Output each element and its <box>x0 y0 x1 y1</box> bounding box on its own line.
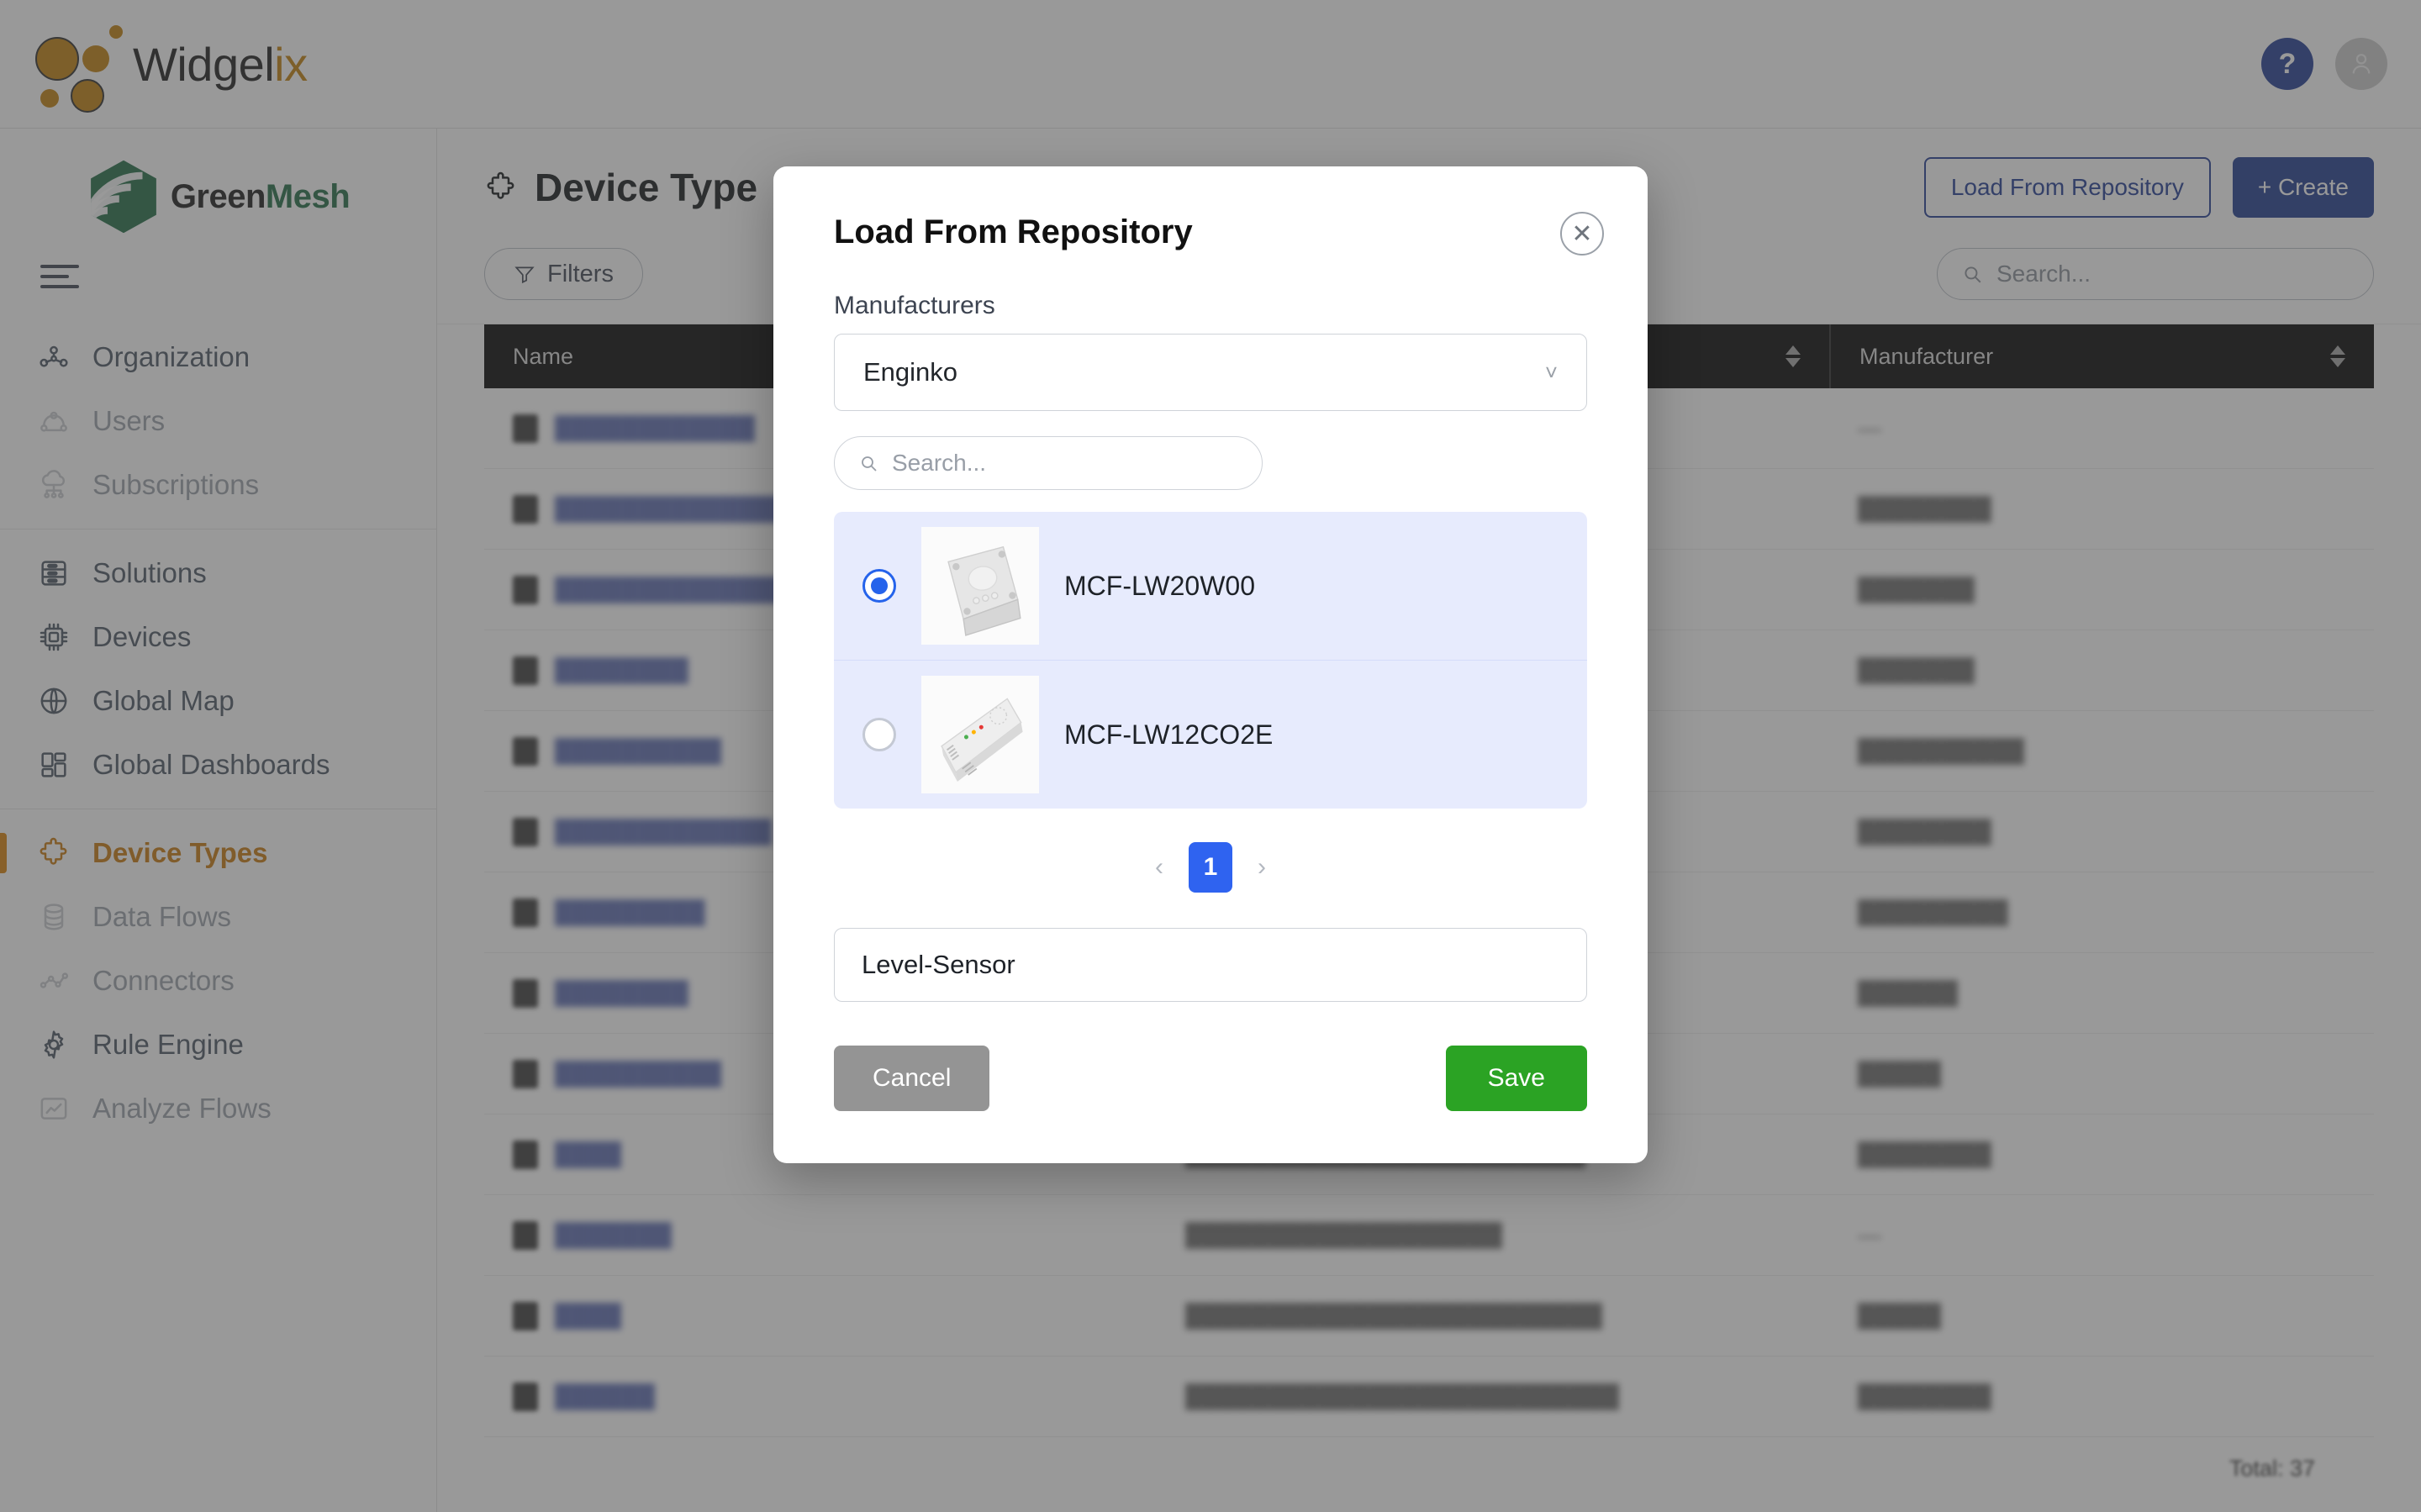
dialog-footer: Cancel Save <box>834 1046 1587 1111</box>
load-from-repository-dialog: Load From Repository ✕ Manufacturers Eng… <box>773 166 1648 1163</box>
repository-item-label: MCF-LW12CO2E <box>1064 719 1274 750</box>
manufacturers-select[interactable]: Enginko ˅ <box>834 334 1587 411</box>
pagination: ‹ 1 › <box>834 842 1587 893</box>
search-icon <box>862 456 877 472</box>
chevron-down-icon: ˅ <box>1544 359 1558 385</box>
device-photo-co2-sensor <box>921 676 1039 793</box>
repository-item-list: MCF-LW20W00 MCF-LW12CO2E <box>834 512 1587 809</box>
repository-search-input[interactable]: Search... <box>834 436 1263 490</box>
cancel-button[interactable]: Cancel <box>834 1046 990 1111</box>
dialog-title: Load From Repository <box>834 213 1193 250</box>
chevron-right-icon[interactable]: › <box>1249 848 1274 887</box>
repository-item-radio[interactable] <box>862 569 896 603</box>
repository-item-label: MCF-LW20W00 <box>1064 570 1255 601</box>
repository-search-placeholder: Search... <box>892 450 987 476</box>
pagination-page-1[interactable]: 1 <box>1189 842 1232 893</box>
close-icon[interactable]: ✕ <box>1560 212 1604 256</box>
application-root: Widgelix ? <box>0 0 2421 1512</box>
repository-item-0[interactable]: MCF-LW20W00 <box>834 512 1587 660</box>
device-type-name-input[interactable]: Level-Sensor <box>834 928 1587 1002</box>
chevron-left-icon[interactable]: ‹ <box>1147 848 1172 887</box>
manufacturers-label: Manufacturers <box>834 292 995 319</box>
save-button[interactable]: Save <box>1445 1046 1587 1111</box>
manufacturers-selected-value: Enginko <box>863 357 958 387</box>
device-photo-motion-sensor <box>921 527 1039 645</box>
repository-item-1[interactable]: MCF-LW12CO2E <box>834 660 1587 809</box>
repository-item-radio[interactable] <box>862 718 896 751</box>
